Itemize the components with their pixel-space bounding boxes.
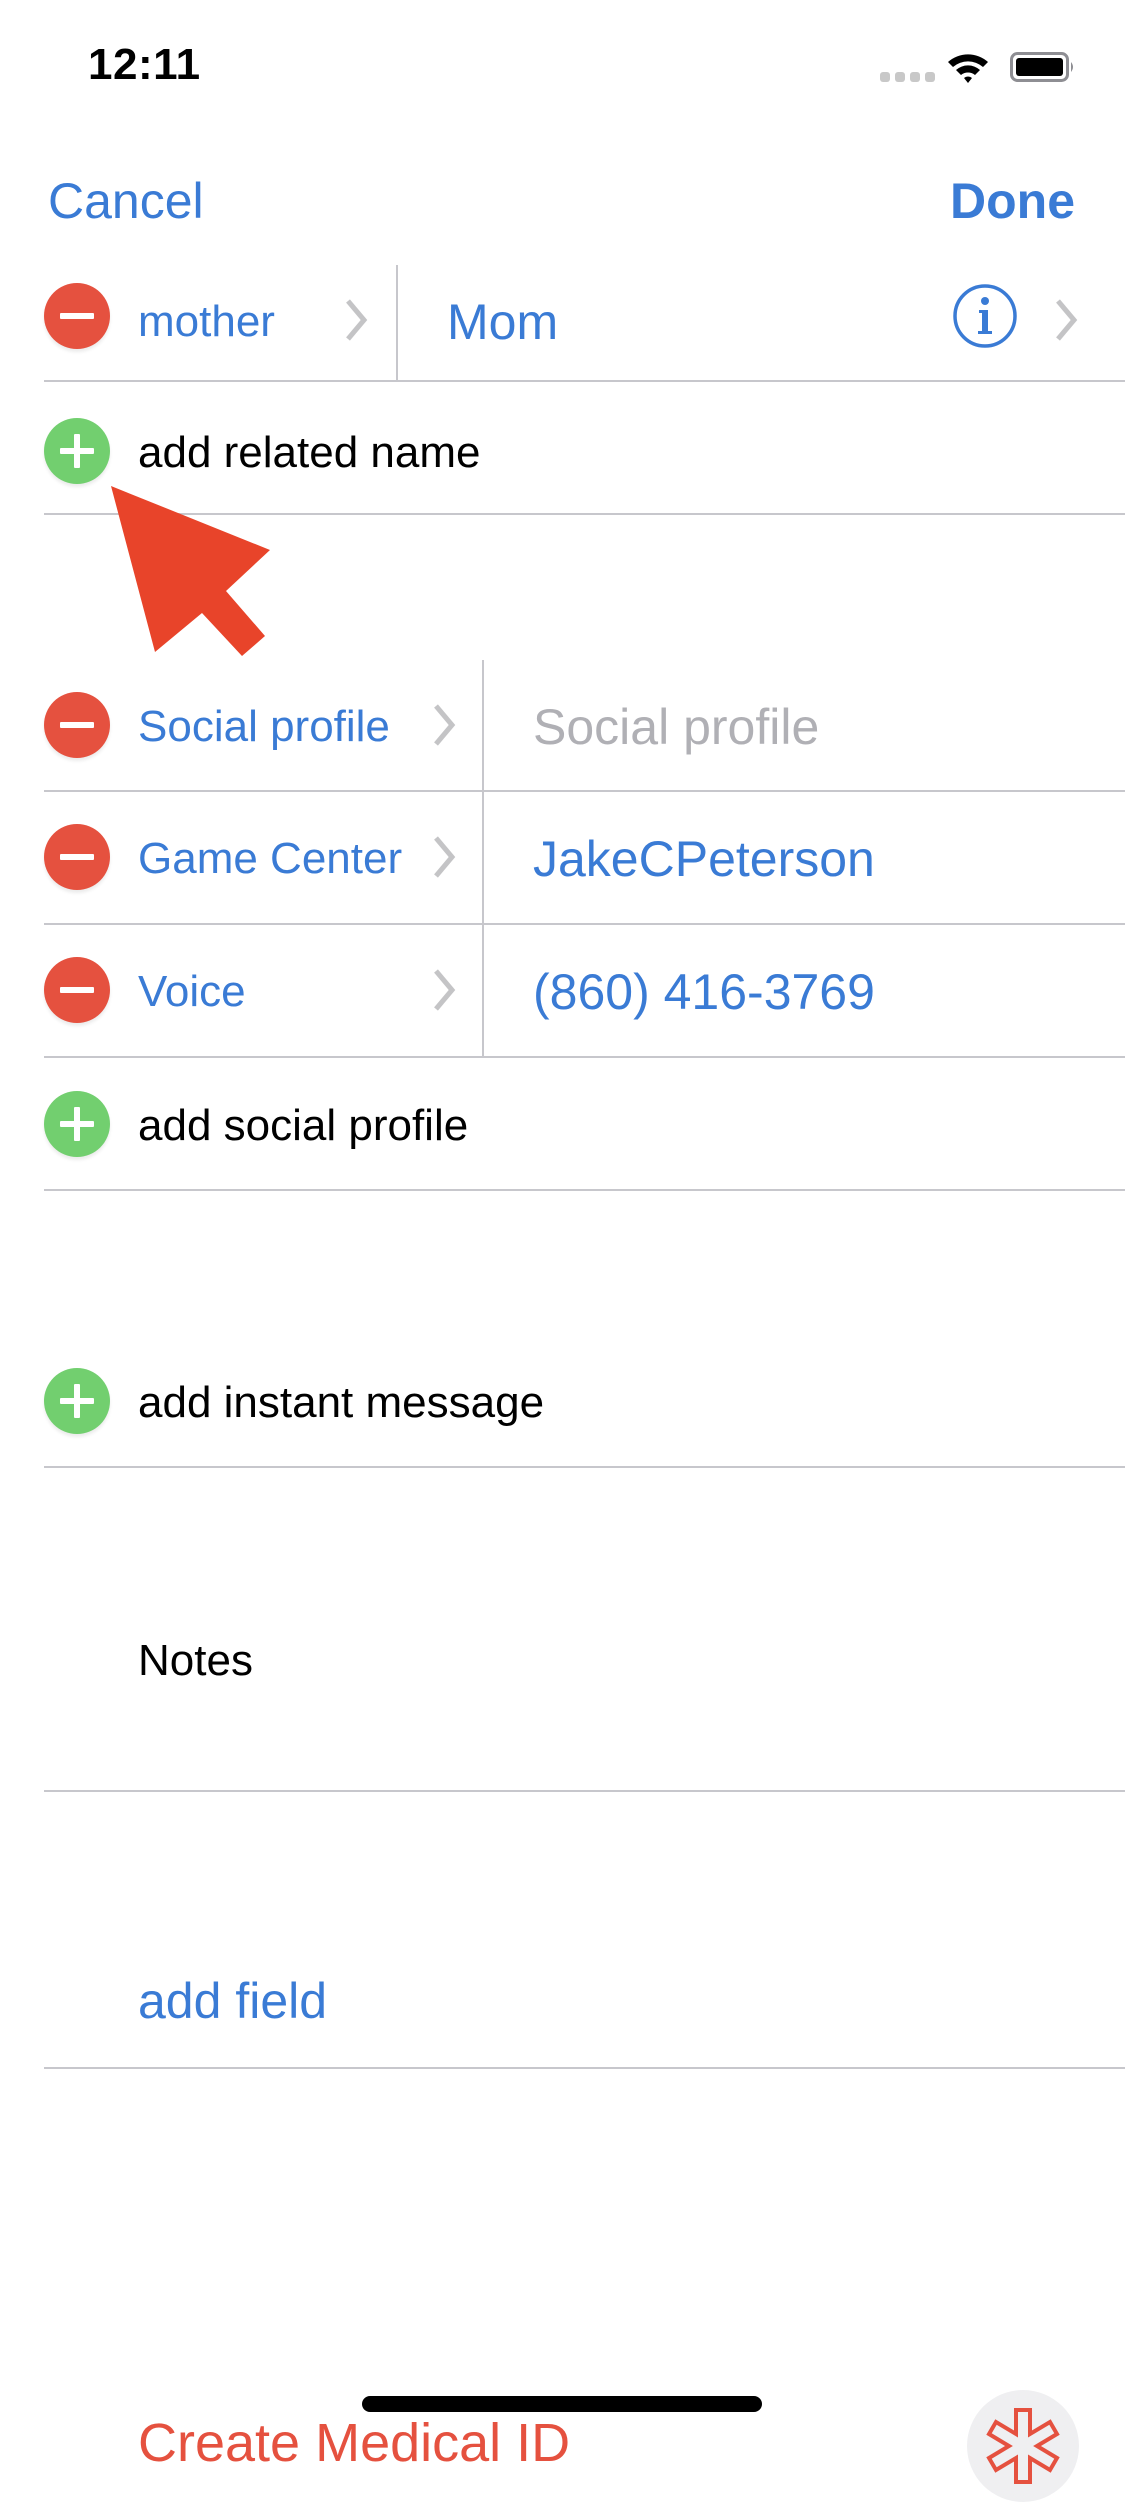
chevron-right-icon[interactable] xyxy=(1050,295,1084,345)
add-instant-message-label[interactable]: add instant message xyxy=(138,1378,544,1428)
cellular-signal-icon xyxy=(880,72,935,82)
remove-social-profile-button[interactable] xyxy=(44,692,110,758)
column-divider xyxy=(396,265,398,381)
remove-social-profile-button[interactable] xyxy=(44,957,110,1023)
create-medical-id-button[interactable]: Create Medical ID xyxy=(138,2412,570,2474)
social-profile-type-label[interactable]: Voice xyxy=(138,967,246,1017)
chevron-right-icon[interactable] xyxy=(428,700,462,750)
cancel-button[interactable]: Cancel xyxy=(48,172,204,230)
minus-icon xyxy=(60,987,94,993)
chevron-right-icon[interactable] xyxy=(428,832,462,882)
notes-label[interactable]: Notes xyxy=(138,1636,253,1686)
add-social-profile-label[interactable]: add social profile xyxy=(138,1101,468,1151)
medical-star-icon xyxy=(986,2408,1060,2484)
related-name-label[interactable]: mother xyxy=(138,297,275,347)
social-profile-input[interactable]: (860) 416-3769 xyxy=(533,963,875,1021)
notes-field[interactable]: Notes xyxy=(0,1468,1125,1790)
status-time: 12:11 xyxy=(88,40,201,89)
social-profile-input[interactable]: Social profile xyxy=(533,698,819,756)
battery-icon xyxy=(1010,52,1076,82)
social-profile-row: Game Center JakeCPeterson xyxy=(0,792,1125,924)
chevron-right-icon[interactable] xyxy=(428,965,462,1015)
info-icon[interactable] xyxy=(952,283,1018,349)
social-profile-type-label[interactable]: Social profile xyxy=(138,702,390,752)
minus-icon xyxy=(60,854,94,860)
related-name-value[interactable]: Mom xyxy=(447,293,558,351)
done-button[interactable]: Done xyxy=(950,172,1075,230)
wifi-icon xyxy=(946,50,990,84)
chevron-right-icon[interactable] xyxy=(340,295,374,345)
social-profile-type-label[interactable]: Game Center xyxy=(138,834,402,884)
related-name-row: mother Mom xyxy=(0,265,1125,381)
minus-icon xyxy=(60,313,94,319)
social-profile-row: Voice (860) 416-3769 xyxy=(0,925,1125,1057)
add-field-button[interactable]: add field xyxy=(138,1972,327,2030)
separator xyxy=(44,2067,1125,2069)
add-instant-message-button[interactable] xyxy=(44,1368,110,1434)
add-field-row[interactable]: add field xyxy=(0,1792,1125,2068)
add-instant-message-row[interactable]: add instant message xyxy=(0,1334,1125,1466)
social-profile-input[interactable]: JakeCPeterson xyxy=(533,830,875,888)
social-profile-row: Social profile Social profile xyxy=(0,660,1125,791)
add-social-profile-row[interactable]: add social profile xyxy=(0,1058,1125,1190)
medical-id-button[interactable] xyxy=(967,2390,1079,2502)
remove-related-name-button[interactable] xyxy=(44,283,110,349)
home-indicator[interactable] xyxy=(362,2396,762,2412)
remove-social-profile-button[interactable] xyxy=(44,824,110,890)
add-social-profile-button[interactable] xyxy=(44,1091,110,1157)
pointer-arrow-annotation xyxy=(0,470,300,690)
minus-icon xyxy=(60,722,94,728)
separator xyxy=(44,1189,1125,1191)
